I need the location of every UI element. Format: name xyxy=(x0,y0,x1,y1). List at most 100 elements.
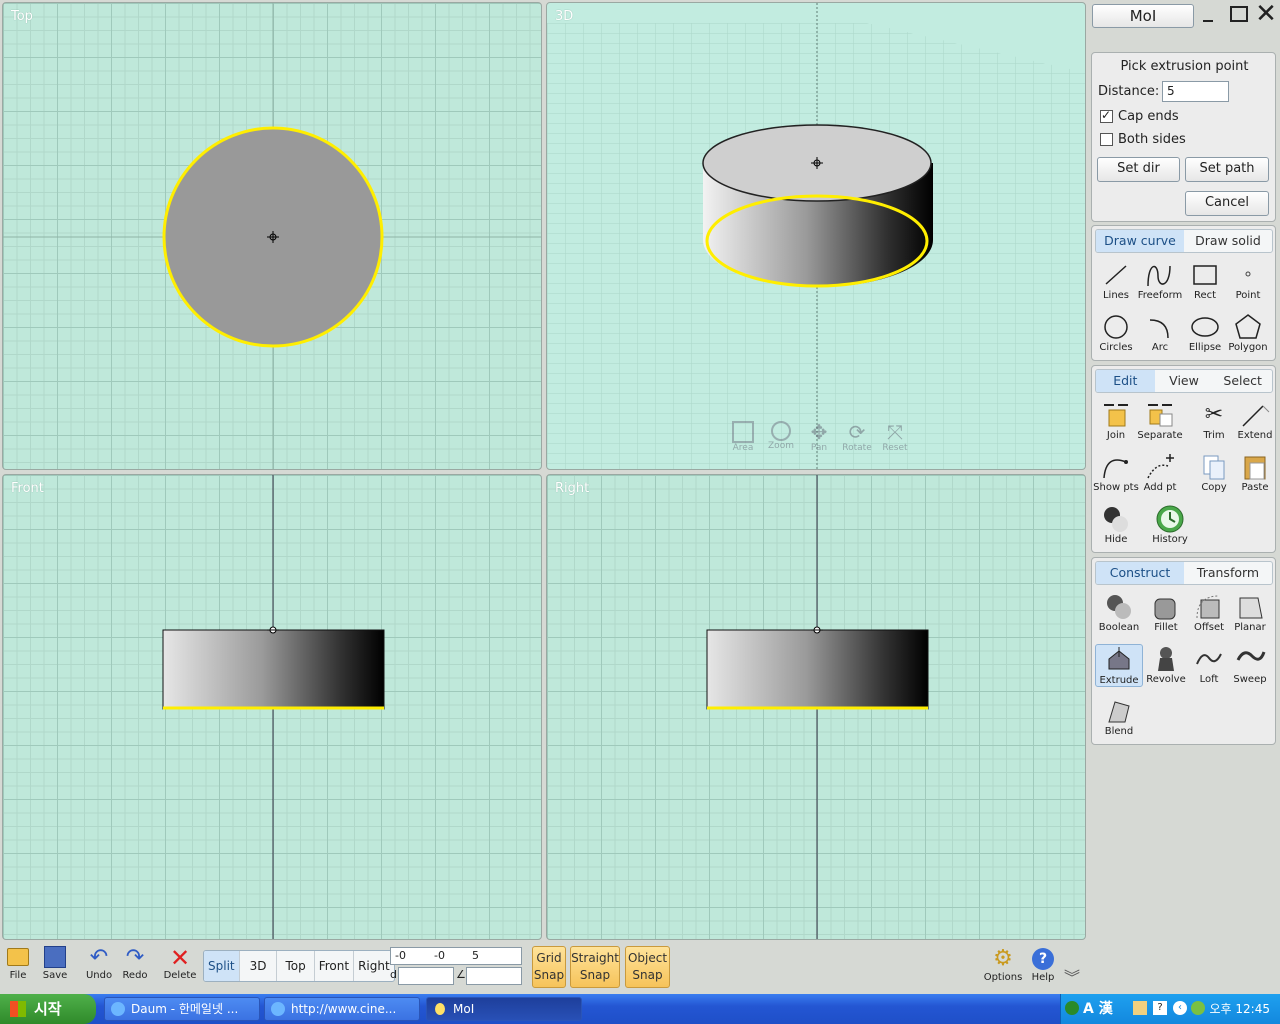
line-icon xyxy=(1105,265,1127,285)
app-title-button[interactable]: MoI xyxy=(1092,4,1194,28)
revolve-tool[interactable]: Revolve xyxy=(1142,644,1190,685)
tab-construct[interactable]: Construct xyxy=(1096,562,1184,584)
join-tool[interactable]: Join xyxy=(1092,400,1140,441)
help-button[interactable]: ? Help xyxy=(1028,946,1058,983)
tray-tool-icon[interactable] xyxy=(1133,1001,1147,1015)
cylinder-right-profile xyxy=(706,629,929,710)
taskbar-item-daum[interactable]: Daum - 한메일넷 ... xyxy=(104,997,260,1021)
right-viewport[interactable]: Right xyxy=(546,474,1086,940)
ellipse-tool[interactable]: Ellipse xyxy=(1181,312,1229,353)
globe-icon[interactable] xyxy=(1065,1001,1079,1015)
rect-tool[interactable]: Rect xyxy=(1181,260,1229,301)
add-pt-tool[interactable]: Add pt xyxy=(1136,452,1184,493)
view-right-button[interactable]: Right xyxy=(354,951,394,981)
grid-snap-toggle[interactable]: Grid Snap xyxy=(532,946,566,988)
history-tool[interactable]: History xyxy=(1146,504,1194,545)
angle-field[interactable] xyxy=(466,967,522,985)
object-snap-toggle[interactable]: Object Snap xyxy=(625,946,670,988)
close-icon[interactable]: ✕ xyxy=(1254,0,1278,28)
planar-icon xyxy=(1239,597,1263,619)
collapse-chevron-icon[interactable]: ︾ xyxy=(1064,964,1080,988)
pan-arrows-icon: ✥ xyxy=(810,420,828,444)
start-button[interactable]: 시작 xyxy=(0,994,96,1024)
reset-icon: ⤧ xyxy=(887,420,903,444)
save-button[interactable]: Save xyxy=(40,946,70,981)
freeform-curve-icon xyxy=(1147,265,1171,287)
cancel-button[interactable]: Cancel xyxy=(1185,191,1269,216)
copy-icon xyxy=(1203,455,1225,480)
top-viewport[interactable]: Top xyxy=(2,2,542,470)
coord-z: 5 xyxy=(472,949,479,962)
windows-logo-icon xyxy=(10,1001,26,1017)
zoom-button[interactable]: Zoom xyxy=(763,421,799,451)
lightbulb-icon xyxy=(435,1003,445,1015)
set-dir-button[interactable]: Set dir xyxy=(1097,157,1180,182)
rotate-button[interactable]: ⟳ Rotate xyxy=(839,421,875,453)
set-path-button[interactable]: Set path xyxy=(1185,157,1269,182)
tab-view[interactable]: View xyxy=(1155,370,1214,392)
cap-ends-label: Cap ends xyxy=(1118,109,1179,124)
view-3d-button[interactable]: 3D xyxy=(240,951,278,981)
tray-back-icon[interactable]: ‹ xyxy=(1173,1001,1187,1015)
options-button[interactable]: ⚙ Options xyxy=(982,946,1024,983)
minimize-icon[interactable] xyxy=(1203,20,1213,22)
blend-tool[interactable]: Blend xyxy=(1095,696,1143,737)
tab-select[interactable]: Select xyxy=(1213,370,1272,392)
ime-indicator[interactable]: A 漢 xyxy=(1083,994,1113,1024)
separate-tool[interactable]: Separate xyxy=(1136,400,1184,441)
view-top-button[interactable]: Top xyxy=(277,951,315,981)
maximize-icon[interactable] xyxy=(1230,6,1248,22)
rotate-icon: ⟳ xyxy=(848,420,866,444)
join-icon xyxy=(1104,404,1128,427)
boolean-tool[interactable]: Boolean xyxy=(1095,592,1143,633)
tray-help-icon[interactable]: ? xyxy=(1153,1001,1167,1015)
show-pts-tool[interactable]: Show pts xyxy=(1092,452,1140,493)
redo-button[interactable]: ↷ Redo xyxy=(118,945,152,982)
circles-tool[interactable]: Circles xyxy=(1092,312,1140,353)
tray-messenger-icon[interactable] xyxy=(1191,1001,1205,1015)
folder-icon xyxy=(7,948,29,966)
view-front-button[interactable]: Front xyxy=(315,951,355,981)
paste-tool[interactable]: Paste xyxy=(1231,452,1279,493)
tab-draw-solid[interactable]: Draw solid xyxy=(1184,230,1272,252)
coordinate-input[interactable]: -0 -0 5 xyxy=(390,947,522,965)
circle-icon xyxy=(1104,315,1128,339)
sweep-tool[interactable]: Sweep xyxy=(1226,644,1274,685)
distance-input[interactable]: 5 xyxy=(1162,81,1229,102)
3d-viewport[interactable]: Area Zoom ✥ Pan ⟳ Rotate ⤧ Reset 3D xyxy=(546,2,1086,470)
windows-taskbar: 시작 Daum - 한메일넷 ... http://www.cine... Mo… xyxy=(0,994,1280,1024)
cap-ends-checkbox[interactable]: ✓ xyxy=(1100,108,1113,123)
hide-tool[interactable]: Hide xyxy=(1092,504,1140,545)
tab-edit[interactable]: Edit xyxy=(1096,370,1155,392)
delete-button[interactable]: ✕ Delete xyxy=(160,946,200,981)
pan-button[interactable]: ✥ Pan xyxy=(801,421,837,453)
construct-panel: Construct Transform Boolean Fillet Offse… xyxy=(1091,557,1276,745)
construct-tabs: Construct Transform xyxy=(1095,561,1273,585)
reset-view-button[interactable]: ⤧ Reset xyxy=(877,421,913,453)
straight-snap-toggle[interactable]: Straight Snap xyxy=(570,946,620,988)
lines-tool[interactable]: Lines xyxy=(1092,260,1140,301)
undo-button[interactable]: ↶ Undo xyxy=(82,945,116,982)
extrude-tool[interactable]: Extrude xyxy=(1095,644,1143,687)
area-zoom-button[interactable]: Area xyxy=(725,421,761,453)
fillet-tool[interactable]: Fillet xyxy=(1142,592,1190,633)
view-split-button[interactable]: Split xyxy=(204,951,240,981)
polygon-tool[interactable]: Polygon xyxy=(1224,312,1272,353)
revolve-icon xyxy=(1158,647,1174,671)
file-button[interactable]: File xyxy=(4,946,32,981)
front-viewport[interactable]: Front xyxy=(2,474,542,940)
taskbar-item-moi[interactable]: MoI xyxy=(426,997,582,1021)
freeform-tool[interactable]: Freeform xyxy=(1136,260,1184,301)
both-sides-checkbox[interactable] xyxy=(1100,133,1113,146)
point-tool[interactable]: Point xyxy=(1224,260,1272,301)
ellipse-icon xyxy=(1191,317,1219,337)
redo-arrow-icon: ↷ xyxy=(125,945,145,970)
taskbar-item-cine[interactable]: http://www.cine... xyxy=(264,997,420,1021)
undo-arrow-icon: ↶ xyxy=(89,945,109,970)
extend-tool[interactable]: Extend xyxy=(1231,400,1279,441)
distance-field[interactable] xyxy=(398,967,454,985)
tab-draw-curve[interactable]: Draw curve xyxy=(1096,230,1184,252)
tab-transform[interactable]: Transform xyxy=(1184,562,1272,584)
planar-tool[interactable]: Planar xyxy=(1226,592,1274,633)
arc-tool[interactable]: Arc xyxy=(1136,312,1184,353)
